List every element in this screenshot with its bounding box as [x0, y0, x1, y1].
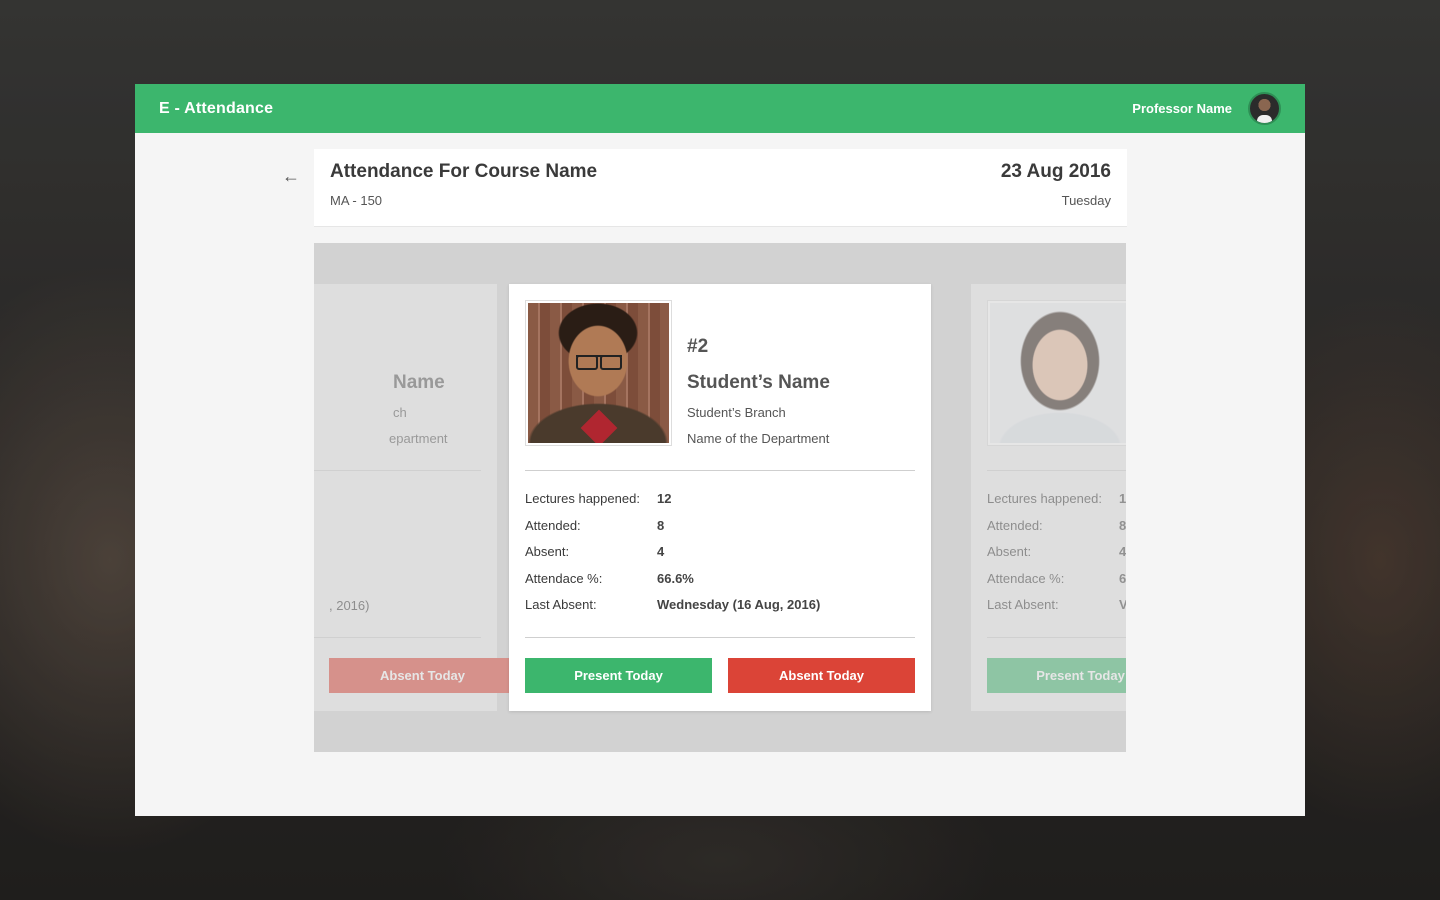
stat-value: 4	[1119, 544, 1126, 559]
student-card-current: #2 Student’s Name Student’s Branch Name …	[509, 284, 931, 711]
divider	[314, 637, 481, 638]
stat-value: 1	[1119, 491, 1126, 506]
lecture-day: Tuesday	[1061, 193, 1111, 208]
divider	[314, 470, 481, 471]
present-today-button[interactable]: Present Today	[987, 658, 1126, 693]
top-bar: E - Attendance Professor Name	[135, 84, 1305, 133]
profile-menu[interactable]: Professor Name	[1132, 92, 1281, 125]
stat-value: 6	[1119, 570, 1126, 586]
student-branch: ch	[393, 405, 407, 420]
stat-label: Last Absent:	[525, 597, 597, 612]
student-carousel[interactable]: Name ch epartment , 2016) Absent Today #…	[314, 243, 1126, 752]
stat-value: Wednesday (16 Aug, 2016)	[657, 597, 821, 612]
stat-row-last-absent: Last Absent: Wednesday (16 Aug, 2016)	[525, 597, 820, 624]
student-info: #2 Student’s Name Student’s Branch Name …	[687, 336, 830, 446]
student-department: epartment	[389, 431, 448, 446]
professor-name[interactable]: Professor Name	[1132, 101, 1232, 116]
stat-value: V	[1119, 597, 1126, 612]
stat-label: Attended:	[525, 517, 581, 533]
stat-label: Attendace %:	[987, 570, 1065, 586]
scarf-shape	[580, 409, 618, 443]
stat-label: Lectures happened:	[525, 491, 640, 506]
attendance-stats: , 2016)	[329, 598, 369, 613]
student-name: Student’s Name	[687, 372, 830, 393]
course-code: MA - 150	[330, 193, 383, 208]
app-window: E - Attendance Professor Name ← Attendan…	[135, 84, 1305, 816]
attendance-stats: Lectures happened: 12 Attended: 8 Absent…	[525, 491, 820, 624]
app-title: E - Attendance	[159, 99, 274, 117]
stat-label: Attendace %:	[525, 570, 603, 586]
stat-label: Attended:	[987, 517, 1043, 533]
stat-label: Lectures happened:	[987, 491, 1102, 506]
stat-row-absent: Absent: 4	[525, 544, 820, 571]
stat-value: 12	[657, 491, 672, 506]
stat-row-percent: Attendace %: 66.6%	[525, 571, 820, 598]
glasses-shape	[576, 355, 622, 370]
roll-number: #2	[687, 336, 709, 357]
stat-row-attended: Attended: 8	[525, 518, 820, 545]
stat-label: Last Absent:	[987, 597, 1059, 612]
last-absent-value: , 2016)	[329, 598, 370, 613]
date-block: 23 Aug 2016 Tuesday	[1001, 161, 1111, 208]
stat-value: 8	[1119, 517, 1126, 533]
stat-value: 4	[657, 544, 665, 559]
divider	[525, 637, 915, 638]
student-department: Name of the Department	[687, 431, 830, 446]
course-title: Attendance For Course Name	[330, 161, 598, 182]
student-card-previous[interactable]: Name ch epartment , 2016) Absent Today	[314, 284, 516, 711]
divider	[987, 470, 1126, 471]
absent-today-button[interactable]: Absent Today	[329, 658, 516, 693]
avatar[interactable]	[1248, 92, 1281, 125]
course-header: Attendance For Course Name MA - 150 23 A…	[314, 149, 1127, 227]
present-today-button[interactable]: Present Today	[525, 658, 712, 693]
stat-value: 66.6%	[657, 570, 694, 586]
absent-today-button[interactable]: Absent Today	[728, 658, 915, 693]
stat-value: 8	[657, 517, 665, 533]
back-arrow-icon[interactable]: ←	[279, 166, 303, 186]
student-photo	[987, 300, 1126, 446]
attendance-stats: Lectures happened: 1 Attended: 8 Absent:…	[987, 491, 1126, 624]
student-branch: Student’s Branch	[687, 405, 786, 420]
divider	[987, 637, 1126, 638]
student-name: Name	[393, 372, 445, 393]
stat-label: Absent:	[987, 544, 1032, 559]
student-info: Name ch epartment	[314, 336, 448, 446]
divider	[525, 470, 915, 471]
stat-row-lectures: Lectures happened: 12	[525, 491, 820, 518]
stat-label: Absent:	[525, 544, 570, 559]
lecture-date: 23 Aug 2016	[1000, 161, 1111, 182]
student-photo	[525, 300, 672, 446]
student-card-next[interactable]: Lectures happened: 1 Attended: 8 Absent:…	[971, 284, 1126, 711]
